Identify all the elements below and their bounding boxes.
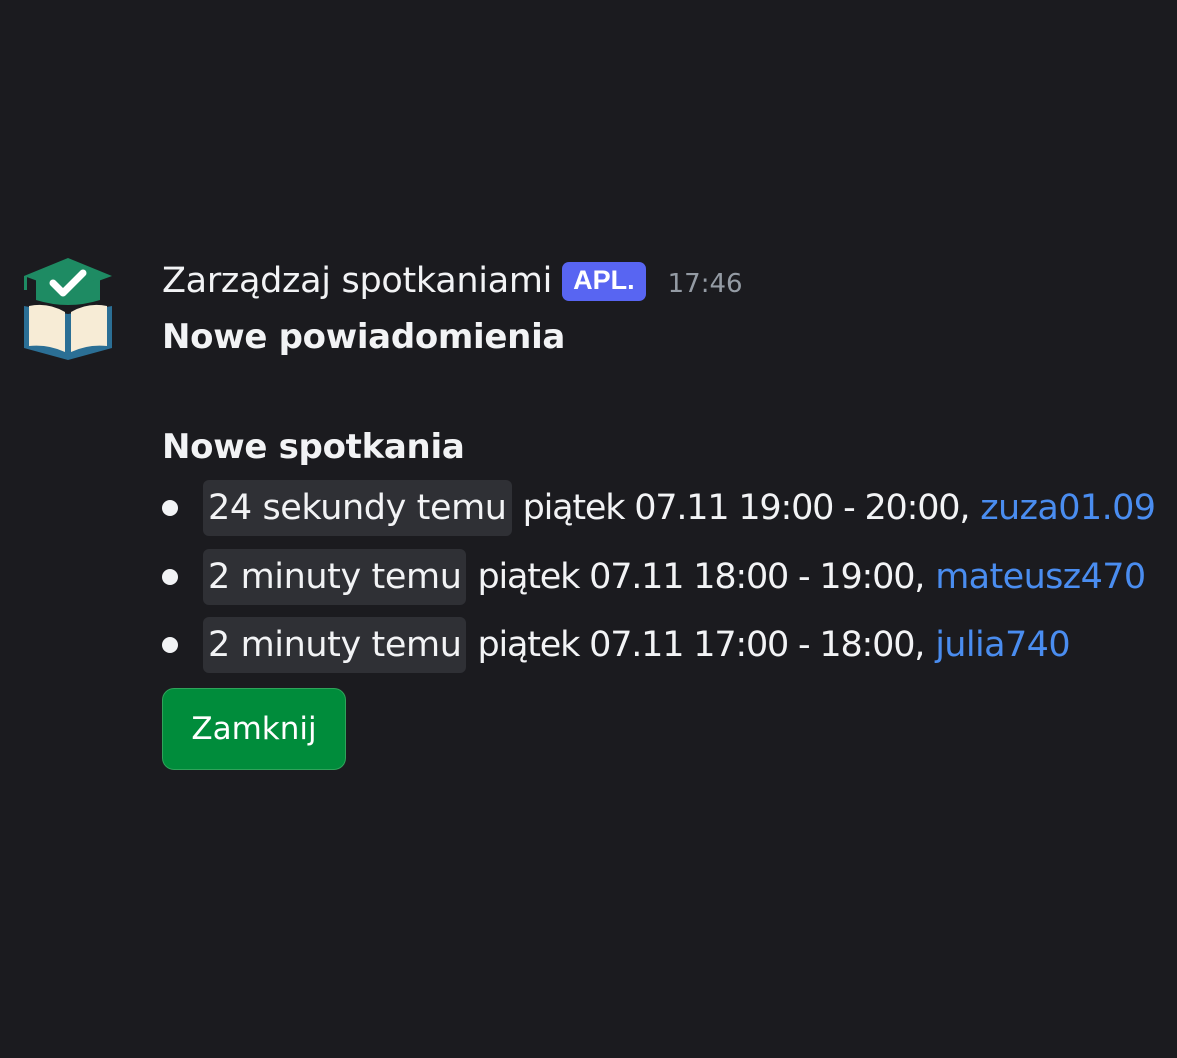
relative-time-badge[interactable]: 24 sekundy temu [203, 480, 512, 536]
close-button[interactable]: Zamknij [162, 688, 346, 770]
list-item: 24 sekundy temu piątek 07.11 19:00 - 20:… [162, 479, 1172, 537]
list-item: 2 minuty temu piątek 07.11 18:00 - 19:00… [162, 548, 1172, 606]
bullet-icon [162, 500, 178, 516]
author-name[interactable]: Zarządzaj spotkaniami [162, 261, 552, 301]
bullet-icon [162, 568, 178, 585]
app-badge: APL. [562, 261, 646, 301]
message-timestamp[interactable]: 17:46 [668, 269, 743, 299]
message-header: Zarządzaj spotkaniami APL. 17:46 [162, 252, 1172, 310]
message-content: Zarządzaj spotkaniami APL. 17:46 Nowe po… [162, 252, 1172, 770]
app-avatar-icon[interactable] [20, 256, 116, 364]
list-item: 2 minuty temu piątek 07.11 17:00 - 18:00… [162, 616, 1172, 674]
user-mention[interactable]: zuza01.09 [980, 488, 1156, 528]
section-title: Nowe spotkania [162, 427, 465, 467]
meeting-time: piątek 07.11 19:00 - 20:00, [522, 488, 971, 528]
meeting-time: piątek 07.11 17:00 - 18:00, [477, 625, 925, 665]
meetings-list: 24 sekundy temu piątek 07.11 19:00 - 20:… [162, 479, 1172, 674]
relative-time-badge[interactable]: 2 minuty temu [203, 617, 467, 673]
meeting-time: piątek 07.11 18:00 - 19:00, [477, 556, 925, 597]
user-mention[interactable]: julia740 [935, 625, 1070, 665]
chat-message: Zarządzaj spotkaniami APL. 17:46 Nowe po… [0, 0, 1177, 1058]
user-mention[interactable]: mateusz470 [935, 557, 1146, 597]
bullet-icon [162, 637, 178, 653]
notification-title: Nowe powiadomienia [162, 317, 566, 357]
relative-time-badge[interactable]: 2 minuty temu [203, 548, 467, 605]
